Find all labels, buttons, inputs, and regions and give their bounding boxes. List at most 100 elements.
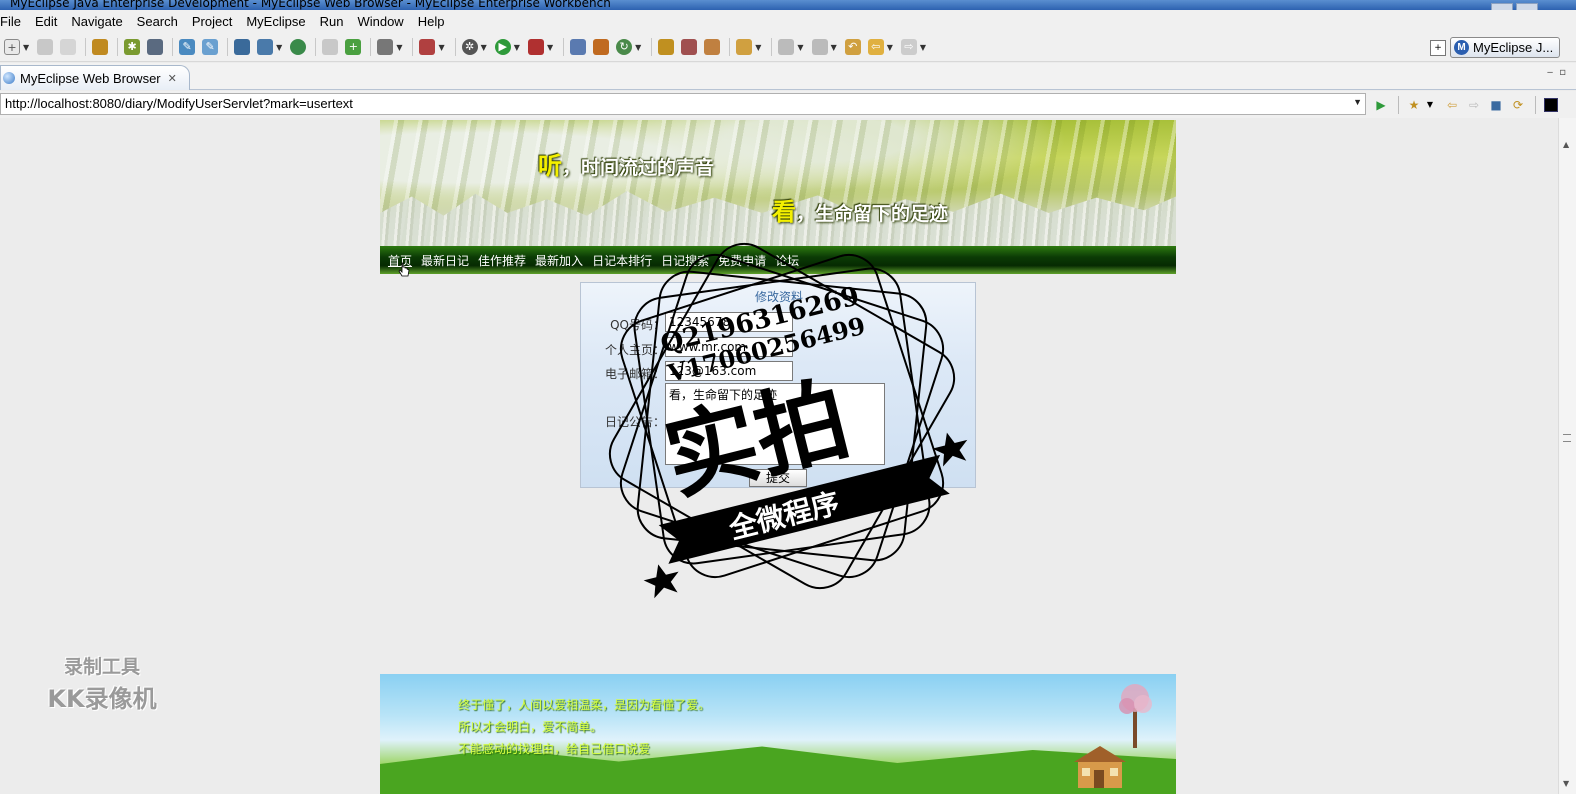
hand-cursor-icon	[398, 262, 410, 277]
chevron-down-icon[interactable]: ▼	[797, 43, 803, 52]
new-package-icon[interactable]	[593, 39, 610, 55]
stamp-watermark: Q2196316269 V17060256499 实拍 全微程序	[608, 242, 968, 599]
nav-latest-diary[interactable]: 最新日记	[421, 252, 469, 269]
chevron-down-icon[interactable]: ▼	[23, 43, 29, 52]
scroll-up-icon[interactable]: ▲	[1563, 140, 1569, 149]
chevron-down-icon[interactable]: ▼	[920, 43, 926, 52]
prev-annotation-icon[interactable]	[811, 39, 828, 55]
perspective-label: MyEclipse J...	[1473, 40, 1554, 55]
wizard-icon[interactable]: ✎	[179, 39, 196, 55]
save-icon[interactable]	[37, 39, 54, 55]
nav-recommended[interactable]: 佳作推荐	[478, 252, 526, 269]
chevron-down-icon[interactable]: ▼	[514, 43, 520, 52]
globe-icon[interactable]	[290, 39, 307, 55]
open-resource-icon[interactable]	[681, 39, 698, 55]
menu-myeclipse[interactable]: MyEclipse	[239, 14, 312, 29]
refresh-icon[interactable]: ↻	[616, 39, 633, 55]
url-input[interactable]: http://localhost:8080/diary/ModifyUserSe…	[0, 93, 1366, 115]
external-tools-icon[interactable]	[527, 39, 544, 55]
minimize-button[interactable]	[1491, 3, 1513, 10]
menu-window[interactable]: Window	[350, 14, 410, 29]
footer-line-2: 所以才会明白，爱不简单。	[458, 720, 603, 734]
display-icon[interactable]	[1544, 98, 1558, 112]
chevron-down-icon[interactable]: ▼	[887, 43, 893, 52]
footer-line-3: 不能感动的找理由，给自己借口说爱	[458, 742, 651, 756]
tree-icon	[1119, 684, 1152, 748]
menu-file[interactable]: File	[0, 14, 28, 29]
recording-watermark: 录制工具 KK录像机	[47, 656, 157, 713]
window-controls[interactable]	[1488, 0, 1568, 10]
chevron-down-icon[interactable]: ▼	[438, 43, 444, 52]
url-text: http://localhost:8080/diary/ModifyUserSe…	[5, 96, 353, 111]
deploy-icon[interactable]	[234, 39, 251, 55]
window-title-bar: MyEclipse Java Enterprise Development - …	[0, 0, 1576, 10]
chevron-down-icon[interactable]: ▼	[547, 43, 553, 52]
menu-search[interactable]: Search	[130, 14, 185, 29]
footer-line-1: 终于懂了，人间以爱相温柔，是因为看懂了爱。	[458, 698, 711, 712]
vertical-scrollbar[interactable]: ▲ ▼	[1558, 118, 1576, 794]
open-perspective-icon[interactable]: +	[1430, 39, 1446, 56]
task-icon[interactable]	[704, 39, 721, 55]
package-icon[interactable]	[92, 39, 109, 55]
server-icon[interactable]	[147, 39, 164, 55]
menu-run[interactable]: Run	[313, 14, 351, 29]
stop-icon[interactable]: ■	[1489, 98, 1503, 112]
run-icon[interactable]: ▶	[494, 39, 511, 55]
browser-address-bar: http://localhost:8080/diary/ModifyUserSe…	[0, 91, 1576, 118]
perspective-button[interactable]: M MyEclipse J...	[1450, 37, 1561, 58]
chevron-down-icon[interactable]: ▼	[276, 43, 282, 52]
editor-tab-bar: MyEclipse Web Browser ✕ ‒▫	[0, 63, 1576, 90]
chevron-down-icon[interactable]: ▼	[396, 43, 402, 52]
banner-slogan-1: 听，时间流过的声音	[538, 152, 715, 180]
window-title: MyEclipse Java Enterprise Development - …	[10, 0, 611, 10]
clipboard-icon[interactable]	[419, 39, 436, 55]
chevron-down-icon[interactable]: ▼	[481, 43, 487, 52]
tab-web-browser[interactable]: MyEclipse Web Browser ✕	[0, 65, 190, 90]
perspective-switcher: + M MyEclipse J...	[1430, 37, 1561, 58]
house-icon	[1074, 746, 1126, 788]
camera-icon[interactable]	[377, 39, 394, 55]
refresh-icon[interactable]: ⟳	[1511, 98, 1525, 112]
go-icon[interactable]: ▶	[1374, 98, 1388, 112]
chevron-down-icon[interactable]: ▼	[635, 43, 641, 52]
print-icon[interactable]	[60, 39, 77, 55]
main-toolbar: + ▼ ✱ ✎ ✎ ▼ + ▼ ▼ ✲ ▼ ▶ ▼ ▼ ↻ ▼ ▼ ▼ ▼ ↶ …	[0, 32, 1576, 62]
close-icon[interactable]: ✕	[168, 72, 177, 85]
browser-page: 听，时间流过的声音 看，生命留下的足迹 首页 最新日记 佳作推荐 最新加入 日记…	[0, 118, 1558, 794]
menu-help[interactable]: Help	[411, 14, 452, 29]
chevron-down-icon[interactable]: ▼	[755, 43, 761, 52]
new-file-icon[interactable]: +	[4, 39, 20, 55]
nav-newest-members[interactable]: 最新加入	[535, 252, 583, 269]
open-icon[interactable]	[322, 39, 339, 55]
build-icon[interactable]: ✱	[124, 39, 141, 55]
myeclipse-logo-icon: M	[1454, 40, 1469, 55]
site-footer-image: 终于懂了，人间以爱相温柔，是因为看懂了爱。 所以才会明白，爱不简单。 不能感动的…	[380, 674, 1176, 794]
edit-icon[interactable]: ✎	[202, 39, 219, 55]
menu-project[interactable]: Project	[185, 14, 239, 29]
forward-icon[interactable]: ⇨	[900, 39, 917, 55]
debug-icon[interactable]: ✲	[461, 39, 478, 55]
favorites-icon[interactable]: ★	[1407, 98, 1421, 112]
folder-icon[interactable]	[736, 39, 753, 55]
back-icon[interactable]: ⇦	[1445, 98, 1459, 112]
chevron-down-icon[interactable]: ▼	[1423, 98, 1437, 112]
new-class-icon[interactable]	[570, 39, 587, 55]
back-icon[interactable]: ⇦	[867, 39, 884, 55]
chevron-down-icon[interactable]: ▼	[831, 43, 837, 52]
open-type-icon[interactable]	[658, 39, 675, 55]
globe-icon	[3, 72, 15, 84]
scrollbar-grip[interactable]	[1563, 434, 1571, 442]
minimize-maximize-icon[interactable]: ‒▫	[1547, 67, 1572, 78]
add-icon[interactable]: +	[345, 39, 362, 55]
last-edit-icon[interactable]: ↶	[844, 39, 861, 55]
banner-slogan-2: 看，生命留下的足迹	[772, 198, 949, 226]
forward-icon[interactable]: ⇨	[1467, 98, 1481, 112]
run-server-icon[interactable]	[257, 39, 274, 55]
scroll-down-icon[interactable]: ▼	[1563, 779, 1569, 788]
menu-bar: File Edit Navigate Search Project MyEcli…	[0, 10, 1576, 32]
maximize-button[interactable]	[1516, 3, 1538, 10]
chevron-down-icon[interactable]: ▼	[1353, 97, 1362, 107]
next-annotation-icon[interactable]	[778, 39, 795, 55]
menu-edit[interactable]: Edit	[28, 14, 64, 29]
menu-navigate[interactable]: Navigate	[64, 14, 129, 29]
